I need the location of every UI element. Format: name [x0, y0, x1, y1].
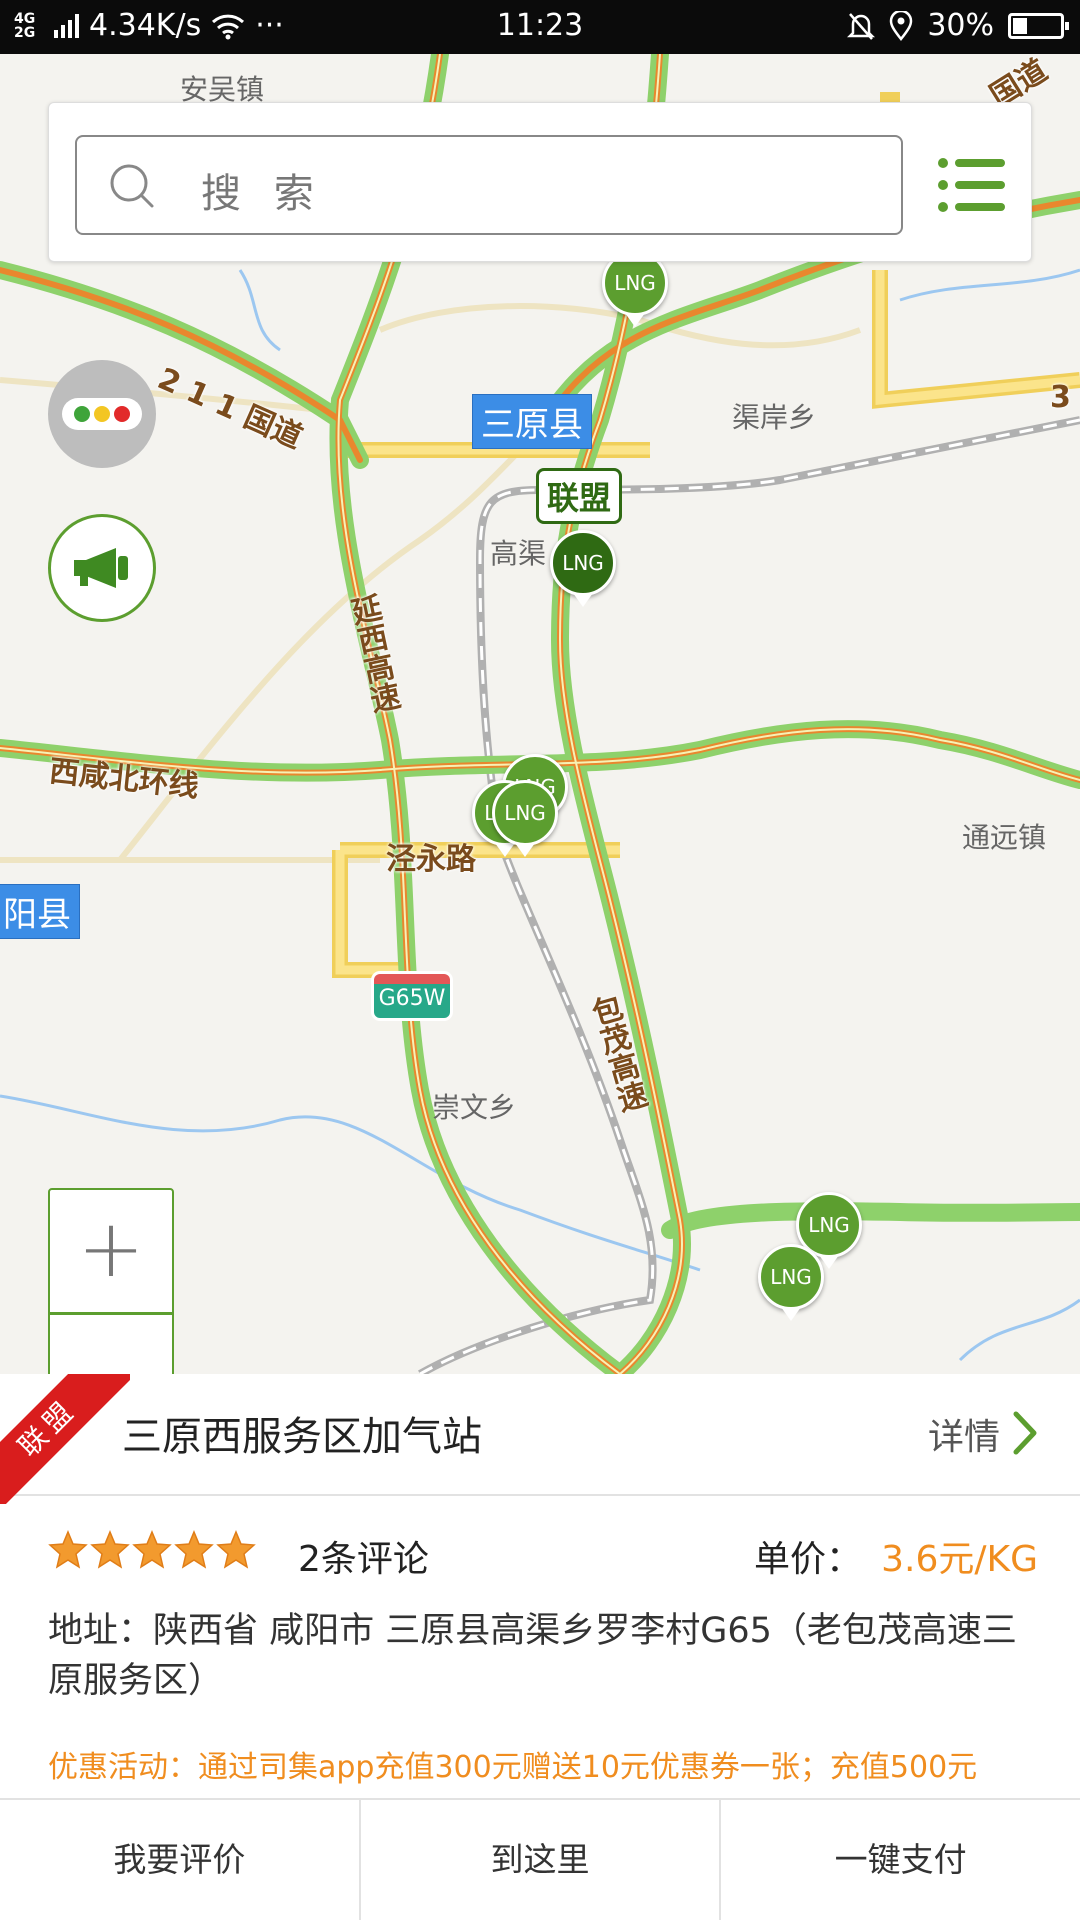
- battery-percent: 30%: [927, 8, 994, 43]
- quick-pay-button[interactable]: 一键支付: [721, 1800, 1080, 1920]
- alliance-ribbon-label: 联盟: [0, 1374, 130, 1504]
- alliance-ribbon: 联盟: [0, 1374, 130, 1504]
- road-label-jingyong: 泾永路: [386, 842, 476, 877]
- status-bar: 4G 2G 4.34K/s ··· 11:23 30%: [0, 0, 1080, 54]
- star-icon: [48, 1530, 88, 1569]
- star-icon: [216, 1530, 256, 1569]
- broadcast-button[interactable]: [48, 514, 156, 622]
- star-rating: [48, 1530, 256, 1570]
- notification-off-icon: [847, 12, 876, 40]
- place-label-tongyuan: 通远镇: [962, 821, 1047, 854]
- review-count[interactable]: 2条评论: [298, 1530, 429, 1582]
- action-bar: 我要评价 到这里 一键支付: [0, 1798, 1080, 1920]
- search-icon: [110, 164, 154, 208]
- rating-row: 2条评论 单价： 3.6元/KG: [48, 1528, 1038, 1580]
- search-input[interactable]: 搜 索: [75, 135, 903, 235]
- zoom-control: +: [48, 1188, 174, 1378]
- search-card: 搜 索: [48, 102, 1032, 262]
- traffic-toggle-button[interactable]: [48, 360, 156, 468]
- station-name: 三原西服务区加气站: [122, 1414, 482, 1460]
- battery-icon: [1008, 12, 1069, 39]
- price-label: 单价：: [753, 1539, 862, 1580]
- lianmeng-tag: 联盟: [536, 468, 623, 524]
- price-value: 3.6元/KG: [881, 1539, 1038, 1580]
- place-label-gaoqu: 高渠: [490, 537, 547, 570]
- road-shield-g65w: G65W: [374, 974, 450, 1018]
- zoom-divider: [50, 1312, 172, 1315]
- road-label-edge-3: 3: [1050, 380, 1071, 415]
- lng-marker[interactable]: LNG: [492, 780, 558, 857]
- promo-text: 优惠活动：通过司集app充值300元赠送10元优惠券一张；充值500元: [48, 1750, 978, 1785]
- chevron-right-icon[interactable]: [1010, 1410, 1040, 1456]
- station-detail-card: 联盟 三原西服务区加气站 详情 2条评论 单价： 3.6元/KG 地址：陕西省 …: [0, 1374, 1080, 1920]
- traffic-dot-green: [74, 406, 90, 422]
- star-icon: [132, 1530, 172, 1569]
- zoom-in-icon[interactable]: +: [50, 1190, 172, 1312]
- megaphone-icon: [74, 548, 128, 588]
- station-address: 地址：陕西省 咸阳市 三原县高渠乡罗李村G65（老包茂高速三原服务区）: [48, 1611, 1017, 1701]
- star-icon: [90, 1530, 130, 1569]
- county-label-yang: 阳县: [0, 884, 80, 939]
- write-review-button[interactable]: 我要评价: [0, 1800, 361, 1920]
- station-title-row[interactable]: 联盟 三原西服务区加气站 详情: [0, 1374, 1080, 1504]
- place-label-chongwen: 崇文乡: [432, 1091, 517, 1124]
- lng-marker-selected[interactable]: LNG: [550, 530, 616, 607]
- traffic-dot-red: [114, 406, 130, 422]
- place-label-quan: 渠岸乡: [732, 401, 817, 434]
- location-icon: [890, 10, 913, 41]
- lng-marker[interactable]: LNG: [758, 1244, 824, 1321]
- navigate-here-button[interactable]: 到这里: [361, 1800, 722, 1920]
- traffic-dot-yellow: [94, 406, 110, 422]
- list-icon[interactable]: [937, 155, 1007, 215]
- county-label-sanyuan: 三原县: [472, 394, 592, 449]
- search-placeholder: 搜 索: [201, 171, 324, 217]
- detail-link[interactable]: 详情: [928, 1408, 1000, 1460]
- star-icon: [174, 1530, 214, 1569]
